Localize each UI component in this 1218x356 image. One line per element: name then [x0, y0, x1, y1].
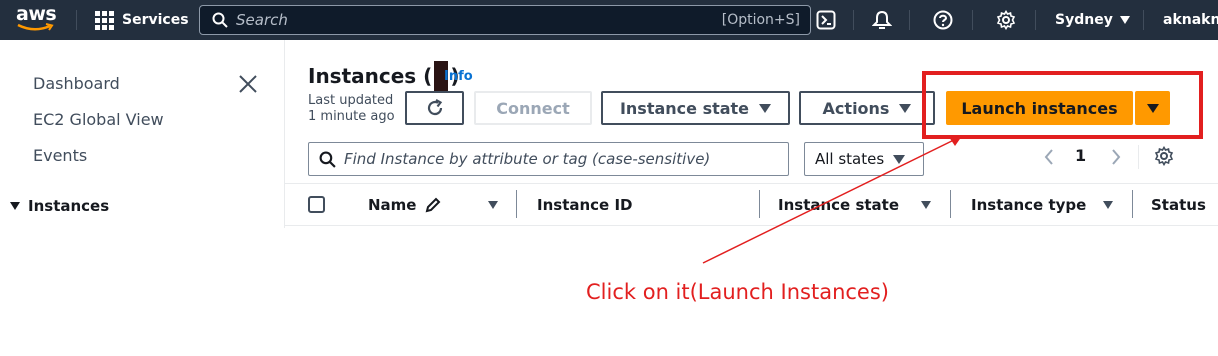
sort-icon[interactable]	[1103, 201, 1113, 209]
help-icon[interactable]	[933, 10, 953, 30]
instance-state-label: Instance state	[619, 98, 750, 118]
table-header-border	[285, 225, 1218, 226]
global-search-box[interactable]: [Option+S]	[199, 5, 811, 35]
instance-filter-box[interactable]	[308, 142, 789, 176]
nav-divider	[1035, 10, 1036, 30]
caret-down-icon	[899, 103, 912, 113]
info-link[interactable]: Info	[444, 69, 473, 84]
caret-down-icon	[759, 103, 772, 113]
page-title: Instances ( )	[308, 61, 459, 91]
chevron-left-icon[interactable]	[1043, 148, 1055, 166]
services-label: Services	[122, 12, 189, 28]
column-header-instance-state[interactable]: Instance state	[778, 186, 899, 224]
aws-logo[interactable]: aws	[16, 3, 58, 35]
column-separator	[1132, 190, 1133, 218]
account-menu[interactable]: aknakn	[1163, 0, 1218, 40]
caret-down-icon	[1119, 16, 1130, 24]
annotation-text: Click on it(Launch Instances)	[586, 280, 889, 304]
services-grid-icon	[95, 10, 114, 30]
column-separator	[516, 190, 517, 218]
column-header-name[interactable]: Name	[368, 186, 441, 224]
last-updated-line1: Last updated	[308, 93, 394, 108]
table-top-border	[285, 183, 1218, 184]
column-header-status[interactable]: Status	[1151, 186, 1218, 224]
states-filter-select[interactable]: All states	[804, 142, 924, 176]
sidebar-divider	[284, 40, 285, 228]
close-icon[interactable]	[238, 74, 258, 94]
services-menu-button[interactable]: Services	[95, 0, 189, 40]
top-navigation-bar: aws Services [Option+S]	[0, 0, 1218, 40]
pencil-icon	[426, 197, 441, 212]
region-label: Sydney	[1055, 12, 1113, 28]
instance-filter-input[interactable]	[344, 150, 764, 168]
sidebar-section-label: Instances	[28, 197, 110, 215]
nav-divider	[909, 10, 910, 30]
search-icon	[212, 12, 228, 28]
chevron-right-icon[interactable]	[1110, 148, 1122, 166]
region-selector[interactable]: Sydney	[1055, 0, 1130, 40]
search-icon	[319, 151, 336, 168]
account-name: aknakn	[1163, 12, 1218, 28]
sidebar-item-events[interactable]: Events	[33, 146, 87, 165]
actions-dropdown[interactable]: Actions	[799, 91, 935, 125]
states-filter-value: All states	[815, 150, 885, 168]
nav-divider	[972, 10, 973, 30]
nav-divider	[853, 10, 854, 30]
sidebar-section-instances[interactable]: Instances	[10, 197, 109, 215]
last-updated-text: Last updated 1 minute ago	[308, 93, 395, 125]
page-title-text: Instances (	[308, 64, 433, 88]
sidebar-item-ec2-global-view[interactable]: EC2 Global View	[33, 110, 164, 129]
annotation-highlight-box	[922, 71, 1203, 139]
instance-state-dropdown[interactable]: Instance state	[601, 91, 790, 125]
actions-label: Actions	[822, 98, 890, 118]
search-input[interactable]	[236, 11, 696, 29]
aws-smile-icon	[17, 23, 54, 31]
connect-button[interactable]: Connect	[474, 91, 592, 125]
sort-icon[interactable]	[921, 201, 931, 209]
column-name-label: Name	[368, 196, 417, 214]
bell-icon[interactable]	[872, 10, 892, 30]
table-settings-gear-icon[interactable]	[1154, 146, 1174, 166]
pagination-current-page[interactable]: 1	[1075, 146, 1086, 165]
aws-logo-text: aws	[16, 3, 57, 25]
gear-icon[interactable]	[996, 10, 1016, 30]
search-shortcut-hint: [Option+S]	[721, 12, 800, 28]
refresh-icon	[427, 99, 442, 116]
caret-down-icon	[893, 154, 906, 164]
nav-divider	[1143, 10, 1144, 30]
cloudshell-icon[interactable]	[816, 10, 836, 30]
select-all-checkbox[interactable]	[308, 196, 325, 213]
side-navigation: Dashboard EC2 Global View Events Instanc…	[0, 40, 284, 356]
sort-icon[interactable]	[488, 201, 498, 209]
sidebar-item-dashboard[interactable]: Dashboard	[33, 74, 120, 93]
column-header-instance-id[interactable]: Instance ID	[537, 186, 632, 224]
last-updated-line2: 1 minute ago	[308, 109, 395, 124]
column-separator	[950, 190, 951, 218]
column-header-instance-type[interactable]: Instance type	[971, 186, 1086, 224]
pagination-divider	[1138, 145, 1139, 169]
caret-down-icon	[10, 202, 20, 210]
nav-divider	[76, 10, 77, 30]
refresh-button[interactable]	[405, 91, 464, 125]
column-separator	[759, 190, 760, 218]
